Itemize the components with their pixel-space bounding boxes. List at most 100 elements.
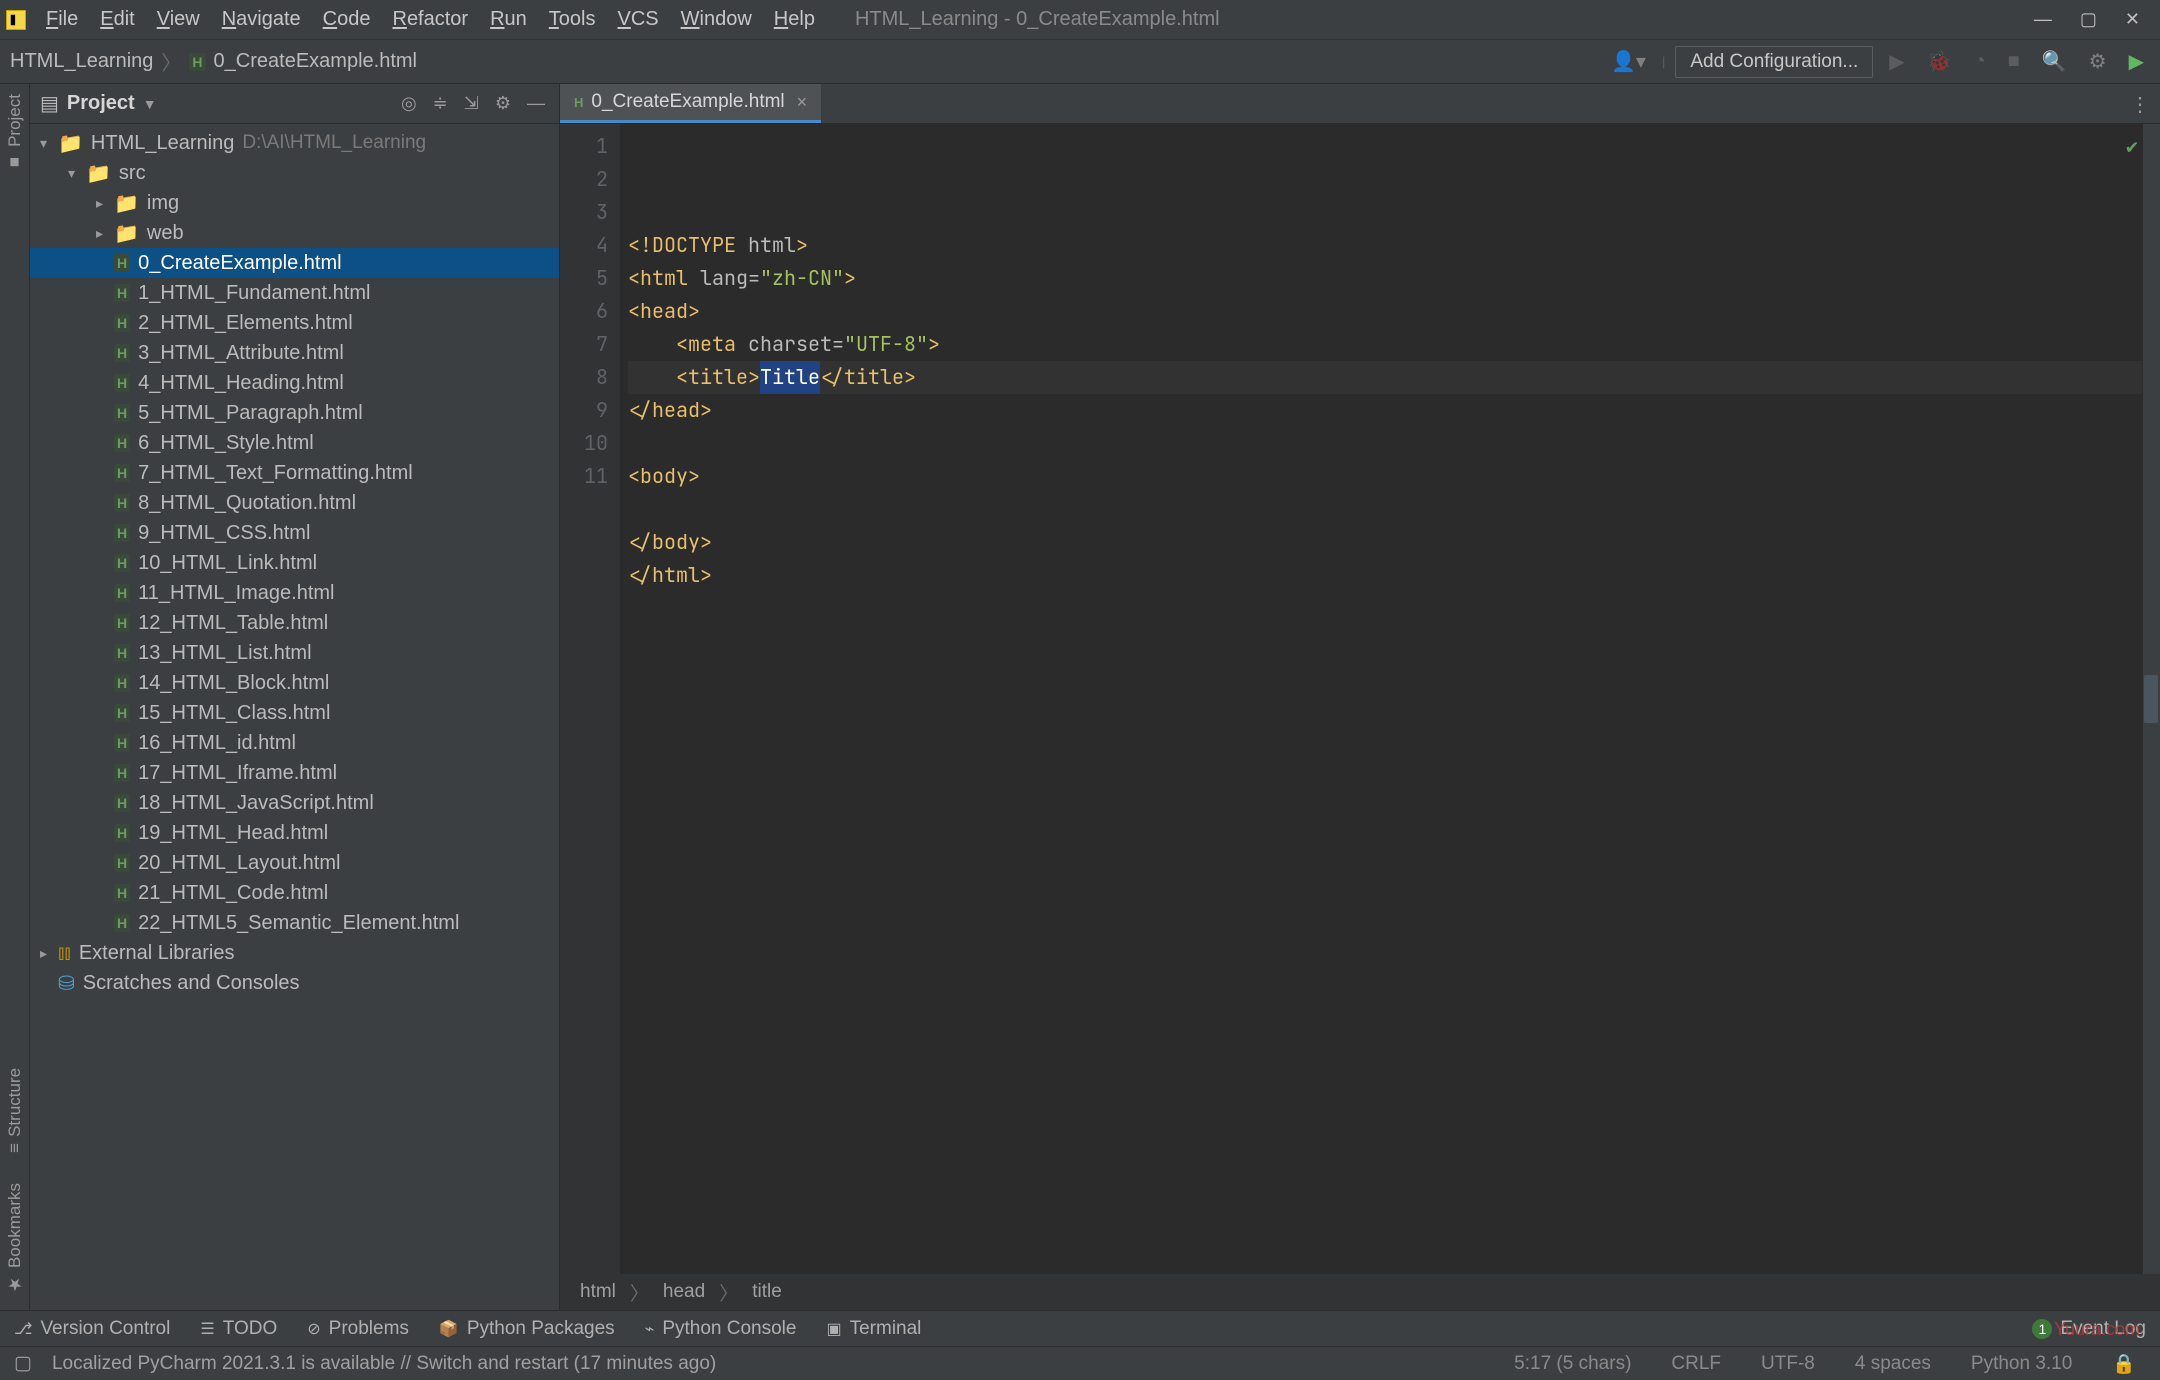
tree-file-16[interactable]: H16_HTML_id.html [30,728,559,758]
tree-folder-img[interactable]: ▸📁img [30,188,559,218]
stop-button[interactable]: ■ [2002,48,2026,75]
python-console-tab[interactable]: ⌁Python Console [645,1318,797,1340]
file-encoding[interactable]: UTF-8 [1751,1353,1825,1375]
code-line-4[interactable]: <meta charset="UTF-8"> [628,328,2142,361]
editor-breadcrumbs[interactable]: html〉head〉title [560,1274,2160,1310]
tree-file-20[interactable]: H20_HTML_Layout.html [30,848,559,878]
tree-file-21[interactable]: H21_HTML_Code.html [30,878,559,908]
tree-file-9[interactable]: H9_HTML_CSS.html [30,518,559,548]
tree-file-2[interactable]: H2_HTML_Elements.html [30,308,559,338]
user-icon[interactable]: 👤▾ [1605,47,1652,76]
menu-edit[interactable]: Edit [90,4,144,35]
breadcrumb[interactable]: HTML_Learning 〉 H 0_CreateExample.html [10,47,417,76]
code-line-7[interactable] [628,427,2142,460]
code-line-8[interactable]: <body> [628,460,2142,493]
menu-vcs[interactable]: VCS [608,4,669,35]
debug-button[interactable]: 🐞 [1921,47,1958,76]
search-icon[interactable]: 🔍 [2036,47,2073,76]
tree-file-1[interactable]: H1_HTML_Fundament.html [30,278,559,308]
bookmarks-tool-tab[interactable]: ★Bookmarks [5,1183,25,1294]
tree-file-7[interactable]: H7_HTML_Text_Formatting.html [30,458,559,488]
code-text[interactable]: ✔ <!DOCTYPE html><html lang="zh-CN"><hea… [620,124,2142,1274]
code-line-11[interactable]: </html> [628,559,2142,592]
tree-file-18[interactable]: H18_HTML_JavaScript.html [30,788,559,818]
close-tab-icon[interactable]: × [797,92,808,113]
menu-navigate[interactable]: Navigate [212,4,311,35]
menu-window[interactable]: Window [671,4,762,35]
coverage-button[interactable]: ◔ [1968,48,1992,75]
interpreter[interactable]: Python 3.10 [1961,1353,2082,1375]
code-line-2[interactable]: <html lang="zh-CN"> [628,262,2142,295]
tree-root[interactable]: ▾📁HTML_LearningD:\AI\HTML_Learning [30,128,559,158]
cursor-position[interactable]: 5:17 (5 chars) [1504,1353,1641,1375]
line-separator[interactable]: CRLF [1661,1353,1731,1375]
code-line-3[interactable]: <head> [628,295,2142,328]
todo-tab[interactable]: ☰TODO [200,1318,277,1340]
menu-code[interactable]: Code [313,4,381,35]
project-panel-title[interactable]: Project [67,92,135,115]
run-button[interactable]: ▶ [1883,47,1910,76]
python-packages-tab[interactable]: 📦Python Packages [439,1318,615,1340]
add-configuration-button[interactable]: Add Configuration... [1675,46,1873,78]
editor-crumb-title[interactable]: title [752,1281,782,1303]
tree-file-3[interactable]: H3_HTML_Attribute.html [30,338,559,368]
breadcrumb-project[interactable]: HTML_Learning [10,50,153,73]
tree-file-10[interactable]: H10_HTML_Link.html [30,548,559,578]
status-icon[interactable]: ▢ [14,1352,32,1375]
tree-file-14[interactable]: H14_HTML_Block.html [30,668,559,698]
maximize-button[interactable]: ▢ [2080,9,2097,30]
structure-tool-tab[interactable]: ≡Structure [5,1068,25,1153]
tree-file-19[interactable]: H19_HTML_Head.html [30,818,559,848]
code-area[interactable]: 1234567891011 ✔ <!DOCTYPE html><html lan… [560,124,2160,1274]
collapse-all-icon[interactable]: ⇲ [460,93,483,114]
tree-file-13[interactable]: H13_HTML_List.html [30,638,559,668]
code-line-1[interactable]: <!DOCTYPE html> [628,229,2142,262]
line-gutter[interactable]: 1234567891011 [560,124,620,1274]
tree-file-8[interactable]: H8_HTML_Quotation.html [30,488,559,518]
tree-file-22[interactable]: H22_HTML5_Semantic_Element.html [30,908,559,938]
editor-right-strip[interactable] [2142,124,2160,1274]
tree-folder-web[interactable]: ▸📁web [30,218,559,248]
menu-file[interactable]: File [36,4,88,35]
code-line-5[interactable]: <title>Title</title> [628,361,2142,394]
minimize-button[interactable]: ― [2034,9,2052,30]
close-button[interactable]: ✕ [2125,9,2140,30]
settings-icon[interactable]: ⚙ [2083,47,2113,76]
code-line-6[interactable]: </head> [628,394,2142,427]
tree-file-12[interactable]: H12_HTML_Table.html [30,608,559,638]
menu-tools[interactable]: Tools [539,4,606,35]
hide-icon[interactable]: ― [523,93,549,114]
project-tool-tab[interactable]: ■Project [5,94,25,172]
project-tree[interactable]: ▾📁HTML_LearningD:\AI\HTML_Learning▾📁src▸… [30,124,559,1310]
status-message[interactable]: Localized PyCharm 2021.3.1 is available … [52,1353,1484,1375]
terminal-tab[interactable]: ▣Terminal [826,1318,921,1340]
menu-view[interactable]: View [147,4,210,35]
editor-crumb-head[interactable]: head [663,1281,705,1303]
expand-all-icon[interactable]: ≑ [429,93,452,114]
tab-more-icon[interactable]: ⋮ [2120,84,2160,123]
lock-icon[interactable]: 🔒 [2102,1352,2146,1376]
editor-crumb-html[interactable]: html [580,1281,616,1303]
tree-file-11[interactable]: H11_HTML_Image.html [30,578,559,608]
tree-external-libraries[interactable]: ▸⫾⫾External Libraries [30,938,559,968]
menu-run[interactable]: Run [480,4,537,35]
menu-refactor[interactable]: Refactor [382,4,478,35]
tree-file-15[interactable]: H15_HTML_Class.html [30,698,559,728]
gear-icon[interactable]: ⚙ [491,93,515,114]
run-anything-icon[interactable]: ▶ [2123,47,2150,76]
code-line-10[interactable]: </body> [628,526,2142,559]
breadcrumb-file[interactable]: 0_CreateExample.html [214,50,417,73]
problems-tab[interactable]: ⊘Problems [307,1318,409,1340]
inspection-ok-icon[interactable]: ✔ [2126,130,2138,163]
tree-scratches[interactable]: ⛁Scratches and Consoles [30,968,559,998]
code-line-9[interactable] [628,493,2142,526]
tree-file-6[interactable]: H6_HTML_Style.html [30,428,559,458]
tree-file-4[interactable]: H4_HTML_Heading.html [30,368,559,398]
locate-icon[interactable]: ◎ [397,93,421,114]
tree-src[interactable]: ▾📁src [30,158,559,188]
indent-setting[interactable]: 4 spaces [1845,1353,1941,1375]
event-log-tab[interactable]: 1 Event Log [2032,1318,2146,1340]
editor-tab[interactable]: H 0_CreateExample.html × [560,84,821,123]
scroll-marker[interactable] [2144,675,2158,723]
tree-file-0[interactable]: H0_CreateExample.html [30,248,559,278]
